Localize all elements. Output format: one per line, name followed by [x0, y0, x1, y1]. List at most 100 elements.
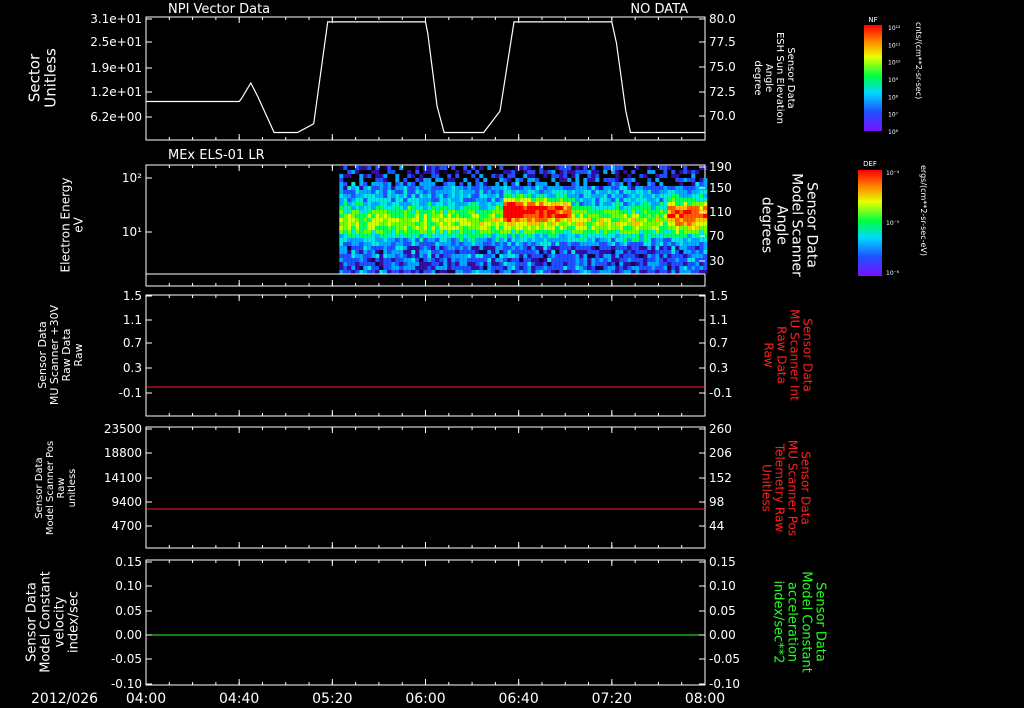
spectrogram-cell	[631, 190, 636, 194]
spectrogram-cell	[651, 234, 656, 238]
spectrogram-cell	[691, 230, 696, 234]
spectrogram-cell	[607, 254, 612, 258]
spectrogram-cell	[663, 174, 668, 178]
spectrogram-cell	[499, 166, 504, 170]
spectrogram-cell	[563, 258, 568, 262]
spectrogram-cell	[527, 202, 532, 206]
spectrogram-cell	[607, 198, 612, 202]
spectrogram-cell	[655, 266, 660, 270]
spectrogram-cell	[375, 198, 380, 202]
spectrogram-cell	[551, 266, 556, 270]
spectrogram-cell	[343, 218, 348, 222]
spectrogram-cell	[603, 178, 608, 182]
spectrogram-cell	[523, 242, 528, 246]
spectrogram-cell	[695, 222, 700, 226]
spectrogram-cell	[695, 234, 700, 238]
spectrogram-cell	[615, 234, 620, 238]
spectrogram-cell	[427, 198, 432, 202]
spectrogram-cell	[651, 242, 656, 246]
spectrogram-cell	[383, 202, 388, 206]
right-y-tick-label: 98	[709, 495, 724, 509]
spectrogram-cell	[559, 246, 564, 250]
spectrogram-cell	[363, 206, 368, 210]
spectrogram-cell	[627, 270, 632, 274]
spectrogram-cell	[635, 250, 640, 254]
spectrogram-cell	[339, 210, 344, 214]
spectrogram-cell	[579, 190, 584, 194]
spectrogram-cell	[655, 270, 660, 274]
spectrogram-cell	[399, 254, 404, 258]
spectrogram-cell	[543, 194, 548, 198]
spectrogram-cell	[591, 198, 596, 202]
spectrogram-cell	[611, 266, 616, 270]
spectrogram-cell	[347, 242, 352, 246]
spectrogram-cell	[403, 222, 408, 226]
spectrogram-cell	[495, 214, 500, 218]
spectrogram-cell	[675, 246, 680, 250]
spectrogram-cell	[443, 238, 448, 242]
left-y-tick-label: 1.9e+01	[90, 61, 142, 75]
y-axis-title-line: Sensor Data	[34, 457, 45, 518]
spectrogram-cell	[415, 194, 420, 198]
no-data-label: NO DATA	[630, 2, 688, 17]
spectrogram-cell	[495, 222, 500, 226]
spectrogram-cell	[391, 242, 396, 246]
spectrogram-cell	[343, 242, 348, 246]
spectrogram-cell	[367, 186, 372, 190]
spectrogram-cell	[343, 266, 348, 270]
spectrogram-cell	[547, 218, 552, 222]
spectrogram-cell	[699, 218, 704, 222]
spectrogram-cell	[355, 246, 360, 250]
spectrogram-cell	[467, 266, 472, 270]
spectrogram-cell	[383, 246, 388, 250]
spectrogram-cell	[647, 214, 652, 218]
time-tick-label: 07:20	[592, 691, 632, 707]
spectrogram-cell	[491, 214, 496, 218]
spectrogram-cell	[599, 206, 604, 210]
spectrogram-cell	[615, 210, 620, 214]
spectrogram-cell	[583, 202, 588, 206]
spectrogram-cell	[647, 166, 652, 170]
spectrogram-cell	[679, 238, 684, 242]
spectrogram-cell	[431, 206, 436, 210]
spectrogram-cell	[703, 194, 708, 198]
spectrogram-cell	[547, 186, 552, 190]
spectrogram-cell	[459, 186, 464, 190]
spectrogram-cell	[391, 250, 396, 254]
spectrogram-cell	[411, 214, 416, 218]
spectrogram-cell	[479, 238, 484, 242]
spectrogram-cell	[447, 174, 452, 178]
spectrogram-cell	[515, 242, 520, 246]
spectrogram-cell	[375, 262, 380, 266]
spectrogram-cell	[387, 246, 392, 250]
spectrogram-cell	[447, 254, 452, 258]
spectrogram-cell	[439, 206, 444, 210]
spectrogram-cell	[347, 234, 352, 238]
spectrogram-cell	[339, 234, 344, 238]
spectrogram-cell	[575, 170, 580, 174]
spectrogram-cell	[563, 174, 568, 178]
y-axis-title-line: Raw	[72, 343, 85, 366]
time-tick-label: 04:40	[219, 691, 259, 707]
spectrogram-cell	[643, 218, 648, 222]
def-colorbar-tick: 10⁻⁶	[886, 270, 900, 277]
spectrogram-cell	[459, 258, 464, 262]
spectrogram-cell	[487, 238, 492, 242]
spectrogram-cell	[539, 242, 544, 246]
spectrogram-cell	[515, 262, 520, 266]
spectrogram-cell	[579, 230, 584, 234]
spectrogram-cell	[603, 194, 608, 198]
spectrogram-cell	[619, 254, 624, 258]
spectrogram-cell	[415, 254, 420, 258]
spectrogram-cell	[387, 222, 392, 226]
spectrogram-cell	[379, 230, 384, 234]
spectrogram-cell	[615, 226, 620, 230]
spectrogram-cell	[607, 234, 612, 238]
spectrogram-cell	[347, 254, 352, 258]
spectrogram-cell	[571, 270, 576, 274]
y-axis-title-line: Telemetry Raw	[772, 443, 786, 532]
spectrogram-cell	[439, 222, 444, 226]
spectrogram-cell	[387, 250, 392, 254]
spectrogram-cell	[559, 222, 564, 226]
spectrogram-cell	[431, 246, 436, 250]
